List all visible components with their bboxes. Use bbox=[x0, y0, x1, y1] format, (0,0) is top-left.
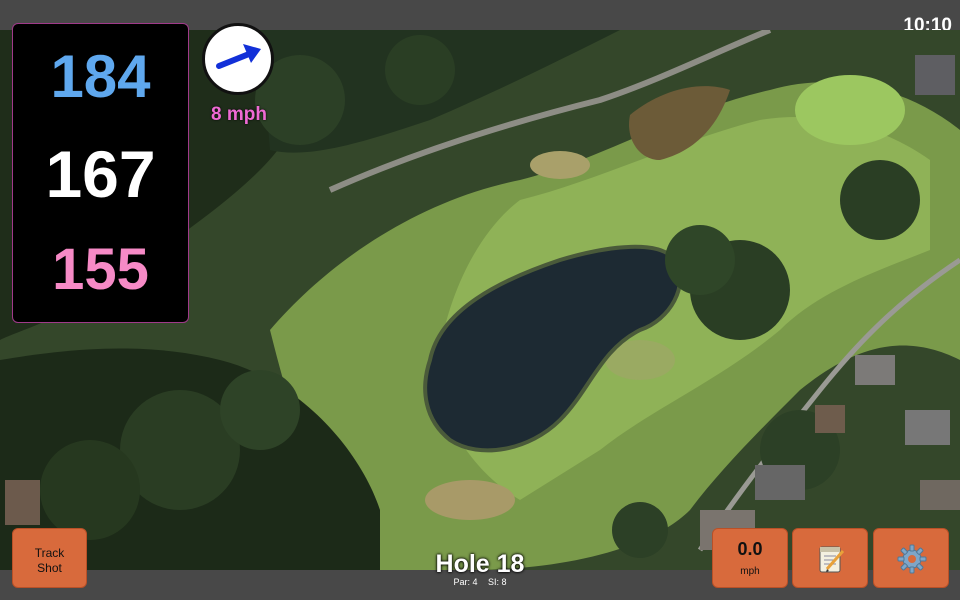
back-distance: 184 bbox=[50, 43, 151, 110]
notepad-icon bbox=[819, 546, 845, 573]
settings-button[interactable] bbox=[873, 528, 949, 588]
gear-icon bbox=[897, 544, 927, 574]
track-shot-button[interactable]: Track Shot bbox=[12, 528, 87, 588]
wind-speed-label: 8 mph bbox=[211, 104, 267, 125]
speed-unit: mph bbox=[740, 566, 760, 577]
hole-title: Hole 18 bbox=[435, 550, 525, 578]
hole-meta: Par: 4 SI: 8 bbox=[400, 577, 560, 587]
wind-direction-dial bbox=[202, 23, 274, 95]
arrow-icon bbox=[216, 44, 261, 69]
stroke-index-label: SI: 8 bbox=[488, 577, 507, 587]
speed-value: 0.0 bbox=[737, 539, 763, 559]
notes-button[interactable] bbox=[792, 528, 868, 588]
front-distance: 155 bbox=[52, 237, 149, 302]
speed-button[interactable]: 0.0 mph bbox=[712, 528, 788, 588]
track-shot-label-line2: Shot bbox=[37, 561, 62, 575]
center-distance: 167 bbox=[45, 137, 156, 211]
distance-panel: 184 167 155 bbox=[12, 23, 189, 323]
par-label: Par: 4 bbox=[453, 577, 478, 587]
track-shot-label-line1: Track bbox=[34, 546, 65, 560]
